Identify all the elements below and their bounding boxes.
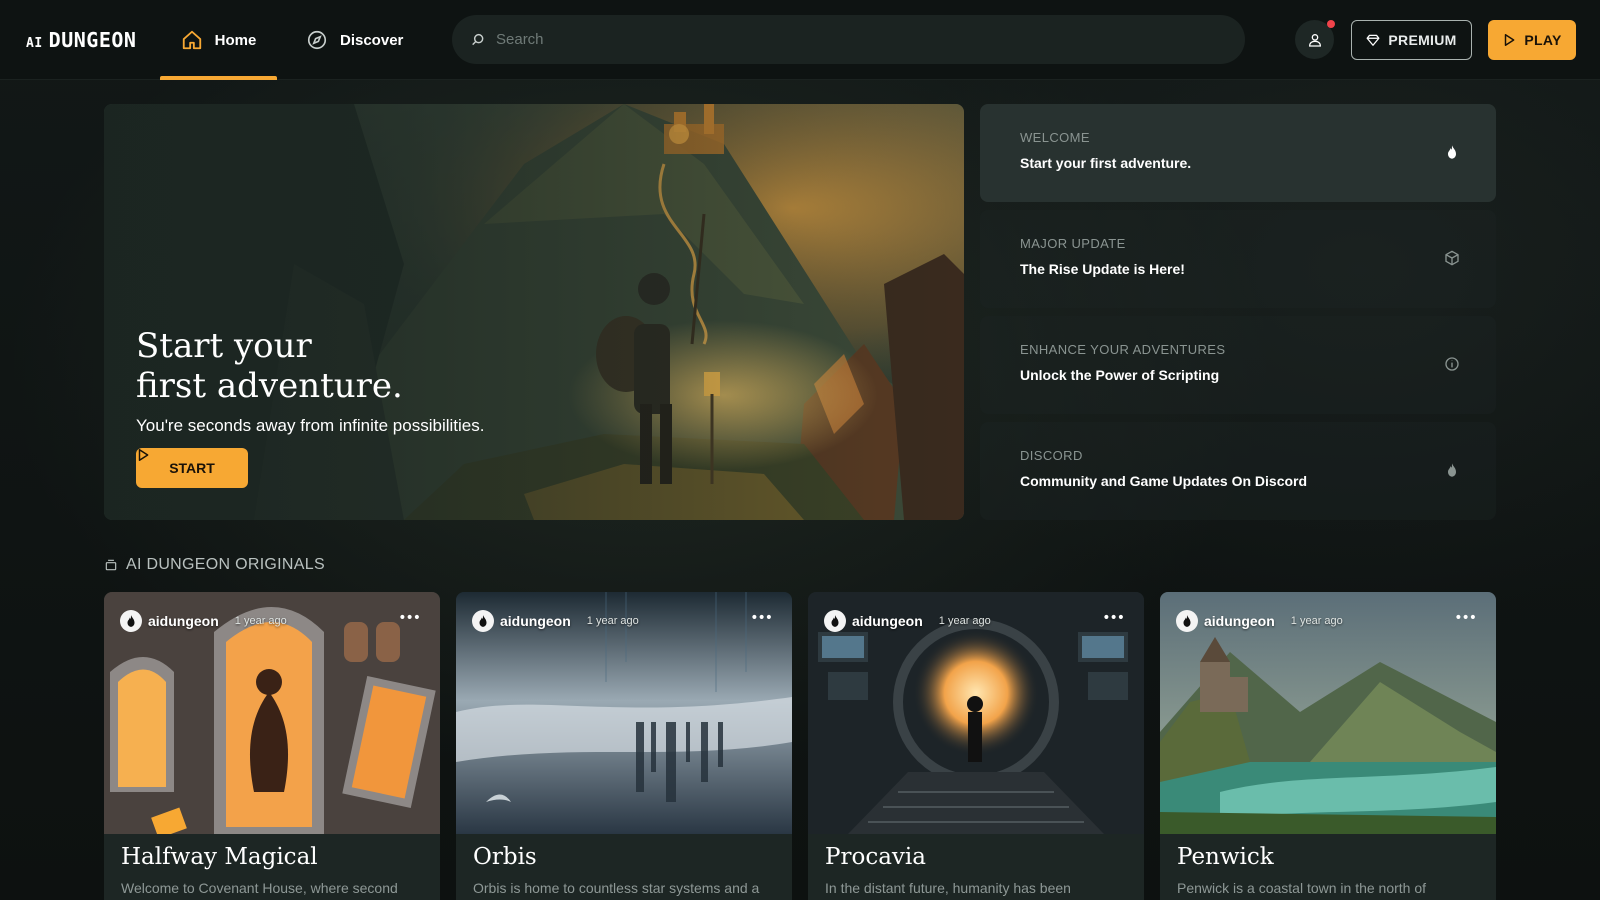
- card-description: Penwick is a coastal town in the north o…: [1177, 880, 1427, 896]
- flame-icon: [1183, 615, 1191, 627]
- premium-button[interactable]: PREMIUM: [1351, 20, 1472, 60]
- logo-name-text: DUNGEON: [48, 28, 137, 52]
- avatar[interactable]: [120, 610, 142, 632]
- news-label: MAJOR UPDATE: [1020, 236, 1126, 251]
- card-title: Orbis: [473, 844, 537, 870]
- flame-icon: [831, 615, 839, 627]
- more-options-icon[interactable]: •••: [398, 610, 421, 626]
- search-input[interactable]: [496, 31, 1196, 48]
- start-button-label: START: [169, 460, 215, 476]
- card-title: Procavia: [825, 844, 926, 870]
- news-panel: WELCOME Start your first adventure. MAJO…: [980, 104, 1496, 528]
- play-icon: [1505, 34, 1515, 46]
- news-item-discord[interactable]: DISCORD Community and Game Updates On Di…: [980, 422, 1496, 520]
- news-title: Community and Game Updates On Discord: [1020, 473, 1308, 489]
- flame-icon: [127, 615, 135, 627]
- tab-discover[interactable]: Discover: [306, 0, 403, 80]
- compass-icon: [307, 30, 327, 50]
- user-icon: [1308, 33, 1321, 47]
- originals-heading-label: AI DUNGEON ORIGINALS: [126, 556, 325, 573]
- card-meta: aidungeon 1 year ago: [472, 610, 639, 632]
- card-meta: aidungeon 1 year ago: [120, 610, 287, 632]
- news-title: Start your first adventure.: [1020, 155, 1192, 171]
- home-icon: [182, 30, 201, 50]
- adventure-card-procavia[interactable]: aidungeon 1 year ago ••• Procavia In the…: [808, 592, 1144, 900]
- premium-button-label: PREMIUM: [1388, 32, 1457, 48]
- flame-icon: [1448, 145, 1456, 159]
- card-author[interactable]: aidungeon: [1204, 613, 1275, 629]
- news-label: ENHANCE YOUR ADVENTURES: [1020, 342, 1226, 357]
- flame-icon: [1448, 463, 1456, 477]
- top-navigation-bar: AI DUNGEON Home Discover PREMIUM: [0, 0, 1600, 80]
- card-timestamp: 1 year ago: [1290, 615, 1343, 627]
- news-label: WELCOME: [1020, 130, 1090, 145]
- adventure-card-orbis[interactable]: aidungeon 1 year ago ••• Orbis Orbis is …: [456, 592, 792, 900]
- hero-title-line1: Start your: [136, 326, 312, 366]
- news-label: DISCORD: [1020, 448, 1083, 463]
- info-icon: [1445, 357, 1459, 371]
- originals-heading: AI DUNGEON ORIGINALS: [104, 556, 325, 574]
- avatar[interactable]: [1176, 610, 1198, 632]
- card-author[interactable]: aidungeon: [148, 613, 219, 629]
- adventure-card-penwick[interactable]: aidungeon 1 year ago ••• Penwick Penwick…: [1160, 592, 1496, 900]
- hero-banner: Start your first adventure. You're secon…: [104, 104, 964, 520]
- tab-home-label: Home: [214, 31, 257, 49]
- card-title: Penwick: [1177, 844, 1274, 870]
- more-options-icon[interactable]: •••: [750, 610, 773, 626]
- card-timestamp: 1 year ago: [586, 615, 639, 627]
- card-author[interactable]: aidungeon: [852, 613, 923, 629]
- more-options-icon[interactable]: •••: [1454, 610, 1477, 626]
- card-timestamp: 1 year ago: [938, 615, 991, 627]
- news-title: Unlock the Power of Scripting: [1020, 367, 1220, 383]
- flame-icon: [479, 615, 487, 627]
- card-description: Welcome to Covenant House, where second: [121, 880, 398, 896]
- tab-home[interactable]: Home: [160, 0, 277, 80]
- logo-ai-text: AI: [26, 36, 43, 51]
- news-item-major-update[interactable]: MAJOR UPDATE The Rise Update is Here!: [980, 210, 1496, 308]
- card-title: Halfway Magical: [121, 844, 318, 870]
- search-bar[interactable]: [452, 15, 1245, 64]
- news-item-scripting[interactable]: ENHANCE YOUR ADVENTURES Unlock the Power…: [980, 316, 1496, 414]
- avatar[interactable]: [824, 610, 846, 632]
- play-icon: [138, 449, 149, 461]
- start-button[interactable]: START: [136, 448, 248, 488]
- search-icon: [472, 33, 484, 45]
- news-title: The Rise Update is Here!: [1020, 261, 1185, 277]
- card-author[interactable]: aidungeon: [500, 613, 571, 629]
- notification-dot: [1327, 20, 1335, 28]
- diamond-icon: [1366, 34, 1380, 46]
- hero-title: Start your first adventure.: [136, 326, 496, 406]
- card-description: Orbis is home to countless star systems …: [473, 880, 760, 896]
- news-item-welcome[interactable]: WELCOME Start your first adventure.: [980, 104, 1496, 202]
- play-button-label: PLAY: [1524, 32, 1562, 48]
- cube-icon: [1445, 250, 1459, 266]
- ai-dungeon-logo[interactable]: AI DUNGEON: [26, 28, 136, 52]
- hero-subtitle: You're seconds away from infinite possib…: [136, 416, 485, 435]
- card-timestamp: 1 year ago: [234, 615, 287, 627]
- card-meta: aidungeon 1 year ago: [1176, 610, 1343, 632]
- more-options-icon[interactable]: •••: [1102, 610, 1125, 626]
- avatar[interactable]: [472, 610, 494, 632]
- adventure-card-halfway-magical[interactable]: aidungeon 1 year ago ••• Halfway Magical…: [104, 592, 440, 900]
- tab-discover-label: Discover: [340, 31, 404, 49]
- card-description: In the distant future, humanity has been: [825, 880, 1071, 896]
- play-button[interactable]: PLAY: [1488, 20, 1576, 60]
- hero-title-line2: first adventure.: [136, 366, 403, 406]
- stack-icon: [105, 559, 117, 571]
- card-meta: aidungeon 1 year ago: [824, 610, 991, 632]
